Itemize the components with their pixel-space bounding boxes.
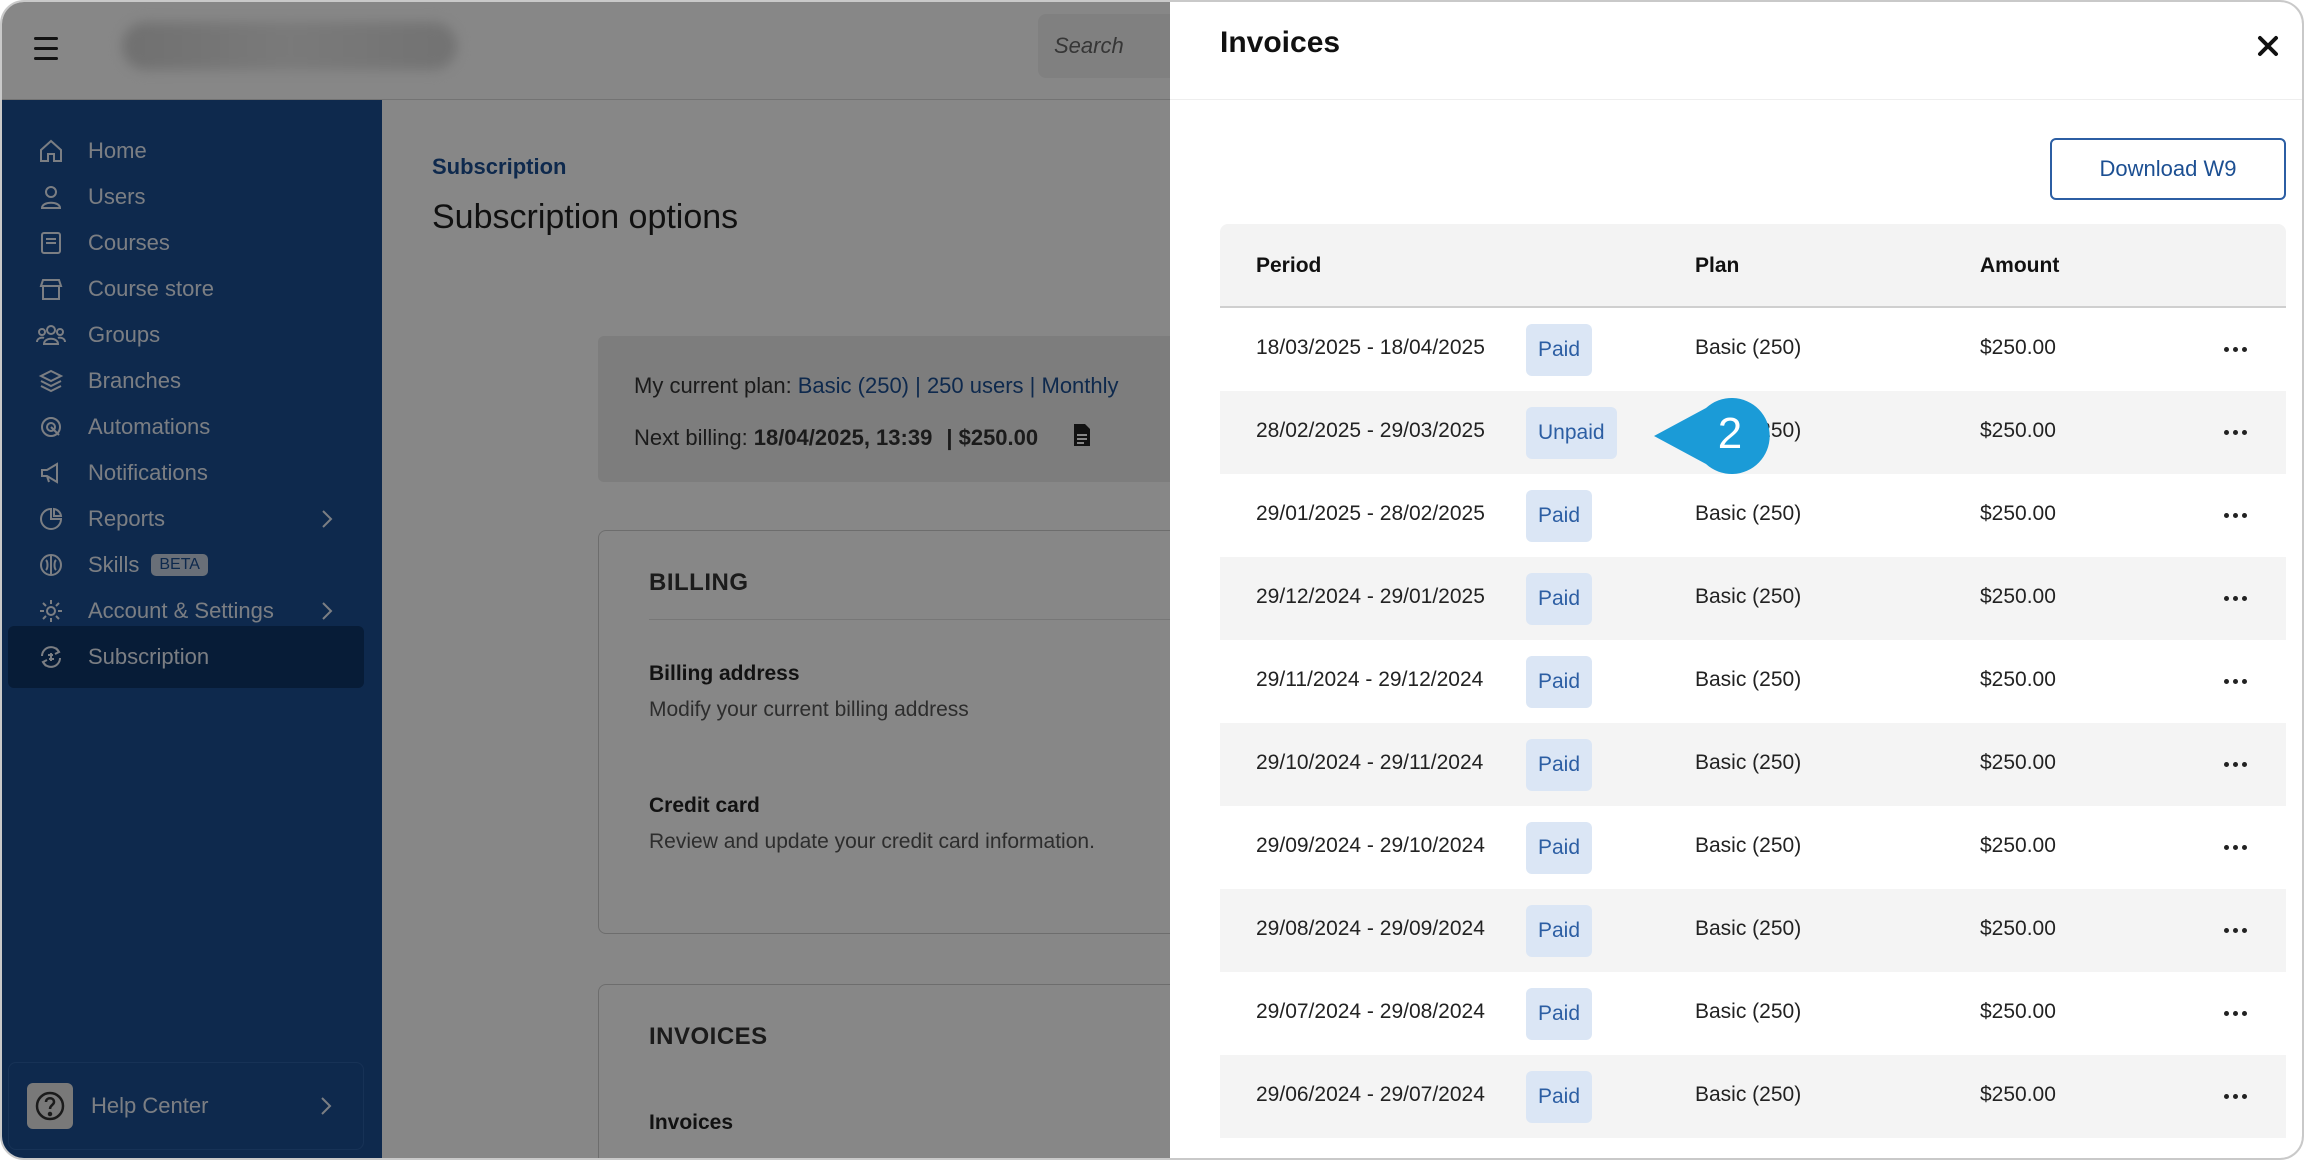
close-icon[interactable] [2250,28,2286,64]
invoice-period: 28/02/2025 - 29/03/2025 [1256,419,1485,442]
invoice-amount: $250.00 [1980,1000,2056,1023]
table-row[interactable]: 29/11/2024 - 29/12/2024 Paid Basic (250) $2… [1220,640,2286,723]
status-badge: Paid [1526,905,1593,957]
invoice-period: 29/01/2025 - 28/02/2025 [1256,502,1485,525]
column-header-amount: Amount [1980,254,2060,277]
more-options-icon[interactable] [2220,334,2250,364]
more-options-icon[interactable] [2220,998,2250,1028]
status-badge: Paid [1526,988,1593,1040]
invoice-period: 29/11/2024 - 29/12/2024 [1256,668,1484,691]
invoice-period: 29/10/2024 - 29/11/2024 [1256,751,1484,774]
table-header: Period Plan Amount [1220,224,2286,308]
invoice-amount: $250.00 [1980,502,2056,525]
step-callout: 2 [1650,398,1780,483]
callout-number: 2 [1718,409,1742,458]
invoices-drawer: Invoices Download W9 Period Plan Amount … [1170,2,2302,1158]
invoice-period: 29/12/2024 - 29/01/2025 [1256,585,1485,608]
invoice-plan: Basic (250) [1695,1083,1802,1106]
more-options-icon[interactable] [2220,583,2250,613]
table-row[interactable]: 29/10/2024 - 29/11/2024 Paid Basic (250) $2… [1220,723,2286,806]
table-row[interactable]: 29/07/2024 - 29/08/2024 Paid Basic (250) $2… [1220,972,2286,1055]
status-badge: Paid [1526,490,1593,542]
invoice-plan: Basic (250) [1695,502,1802,525]
invoice-period: 29/06/2024 - 29/07/2024 [1256,1083,1485,1106]
more-options-icon[interactable] [2220,500,2250,530]
invoice-period: 29/07/2024 - 29/08/2024 [1256,1000,1485,1023]
invoice-plan: Basic (250) [1695,336,1802,359]
table-row[interactable]: 18/03/2025 - 18/04/2025 Paid Basic (250) $2… [1220,308,2286,391]
more-options-icon[interactable] [2220,915,2250,945]
callout-shape [1654,398,1770,474]
more-options-icon[interactable] [2220,749,2250,779]
status-badge: Paid [1526,324,1593,376]
invoice-amount: $250.00 [1980,751,2056,774]
invoice-amount: $250.00 [1980,419,2056,442]
invoice-amount: $250.00 [1980,585,2056,608]
invoice-plan: Basic (250) [1695,917,1802,940]
invoice-amount: $250.00 [1980,336,2056,359]
invoice-period: 29/09/2024 - 29/10/2024 [1256,834,1485,857]
invoice-plan: Basic (250) [1695,668,1802,691]
more-options-icon[interactable] [2220,417,2250,447]
column-header-plan: Plan [1695,254,1740,277]
more-options-icon[interactable] [2220,832,2250,862]
invoice-amount: $250.00 [1980,668,2056,691]
invoice-period: 29/08/2024 - 29/09/2024 [1256,917,1485,940]
column-header-period: Period [1256,254,1322,277]
status-badge: Paid [1526,1071,1593,1123]
invoice-plan: Basic (250) [1695,1000,1802,1023]
invoice-period: 18/03/2025 - 18/04/2025 [1256,336,1485,359]
status-badge: Paid [1526,822,1593,874]
table-row[interactable]: 29/06/2024 - 29/07/2024 Paid Basic (250) $2… [1220,1055,2286,1138]
more-options-icon[interactable] [2220,666,2250,696]
table-row[interactable]: 29/01/2025 - 28/02/2025 Paid Basic (250) $2… [1220,474,2286,557]
status-badge: Paid [1526,739,1593,791]
invoice-plan: Basic (250) [1695,751,1802,774]
table-row[interactable]: 29/09/2024 - 29/10/2024 Paid Basic (250) $2… [1220,806,2286,889]
invoice-amount: $250.00 [1980,917,2056,940]
invoice-amount: $250.00 [1980,1083,2056,1106]
invoice-amount: $250.00 [1980,834,2056,857]
download-w9-button[interactable]: Download W9 [2050,138,2286,200]
drawer-header: Invoices [1170,2,2302,100]
status-badge: Paid [1526,656,1593,708]
app-window: Search Home Users Courses Course store G… [0,0,2304,1160]
invoice-plan: Basic (250) [1695,834,1802,857]
status-badge: Paid [1526,573,1593,625]
drawer-title: Invoices [1220,26,1341,59]
invoice-plan: Basic (250) [1695,585,1802,608]
table-row[interactable]: 29/12/2024 - 29/01/2025 Paid Basic (250) $2… [1220,557,2286,640]
more-options-icon[interactable] [2220,1081,2250,1111]
status-badge: Unpaid [1526,407,1617,459]
table-row[interactable]: 29/08/2024 - 29/09/2024 Paid Basic (250) $2… [1220,889,2286,972]
